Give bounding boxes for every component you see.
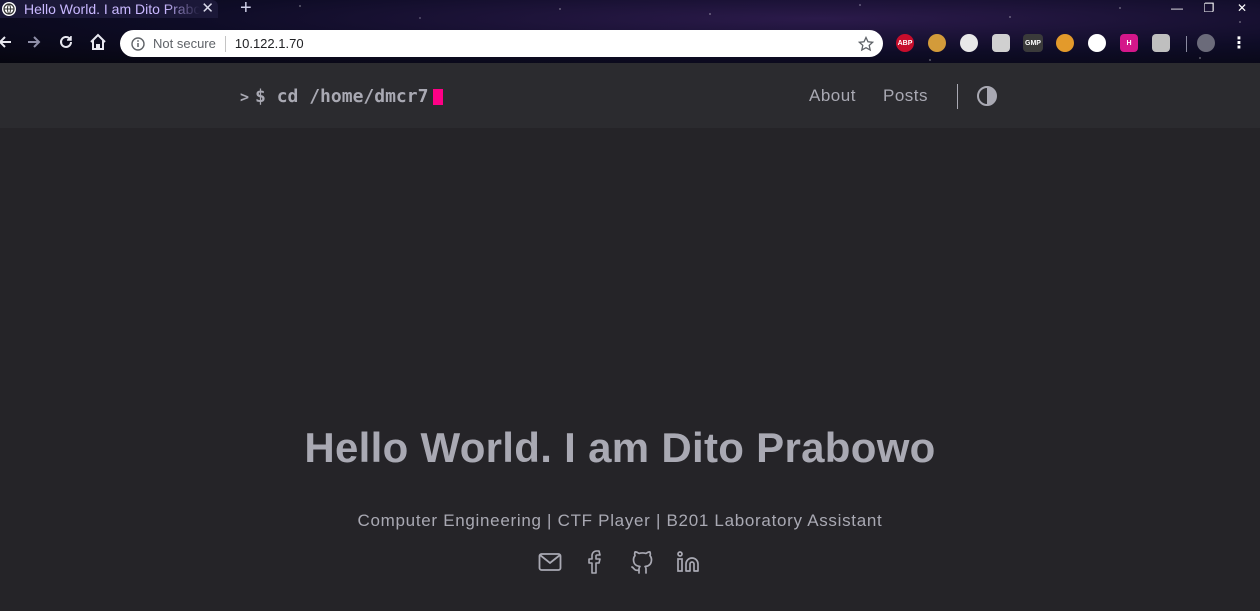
nav-posts-link[interactable]: Posts [883, 86, 928, 106]
theme-toggle-icon[interactable] [976, 85, 998, 107]
new-tab-button[interactable]: + [240, 0, 252, 20]
adblock-plus-icon[interactable]: ABP [896, 34, 914, 52]
site-logo[interactable]: > $ cd /home/dmcr7 [240, 86, 444, 107]
logo-prompt: > [240, 87, 250, 106]
restore-button[interactable]: ❐ [1200, 0, 1218, 16]
globe-icon [2, 2, 16, 16]
forward-arrow-icon [28, 36, 41, 48]
mail-icon[interactable] [538, 549, 562, 575]
extension-9-icon[interactable] [1152, 34, 1170, 52]
blinking-cursor [433, 88, 444, 105]
back-button[interactable] [0, 31, 16, 53]
browser-tab[interactable]: Hello World. I am Dito Prabowo ✕ [0, 0, 218, 18]
toolbar-divider [1186, 36, 1187, 52]
reload-icon [60, 35, 72, 48]
browser-chrome: Hello World. I am Dito Prabowo ✕ + — ❐ ✕… [0, 0, 1260, 63]
hero-subtitle: Computer Engineering | CTF Player | B201… [357, 511, 883, 530]
extension-3-icon[interactable] [960, 34, 978, 52]
extension-7-icon[interactable] [1088, 34, 1106, 52]
nav-about-link[interactable]: About [809, 86, 856, 106]
logo-text: $ cd /home/dmcr7 [255, 86, 429, 107]
cookie-icon[interactable] [928, 34, 946, 52]
address-divider [224, 35, 226, 52]
extension-4-icon[interactable] [992, 34, 1010, 52]
info-icon[interactable] [130, 36, 145, 51]
nav-divider [957, 84, 958, 109]
facebook-icon[interactable] [584, 549, 608, 575]
back-arrow-icon [0, 36, 11, 48]
home-icon [90, 33, 106, 50]
site-header: > $ cd /home/dmcr7 About Posts [0, 63, 1260, 128]
bookmark-star-icon[interactable] [857, 35, 875, 53]
minimize-button[interactable]: — [1168, 0, 1186, 16]
browser-menu-icon[interactable]: ⋮ [1230, 34, 1248, 52]
browser-toolbar: Not secure 10.122.1.70 ABP GMP H ⋮ [0, 24, 1260, 62]
home-button[interactable] [87, 31, 109, 53]
reload-button[interactable] [55, 31, 77, 53]
address-bar[interactable]: Not secure 10.122.1.70 [120, 30, 883, 57]
url-text[interactable]: 10.122.1.70 [235, 36, 857, 51]
tab-title: Hello World. I am Dito Prabowo [24, 1, 200, 17]
profile-avatar-icon[interactable] [1197, 34, 1215, 52]
window-close-button[interactable]: ✕ [1233, 0, 1251, 16]
github-icon[interactable] [630, 549, 654, 575]
tab-close-icon[interactable]: ✕ [201, 0, 214, 17]
forward-button[interactable] [23, 31, 45, 53]
linkedin-icon[interactable] [676, 549, 700, 575]
extension-6-icon[interactable] [1056, 34, 1074, 52]
social-links [538, 549, 700, 575]
hero-title: Hello World. I am Dito Prabowo [304, 424, 936, 471]
extension-8-icon[interactable]: H [1120, 34, 1138, 52]
gmp-icon[interactable]: GMP [1023, 34, 1043, 52]
security-label[interactable]: Not secure [153, 36, 216, 51]
